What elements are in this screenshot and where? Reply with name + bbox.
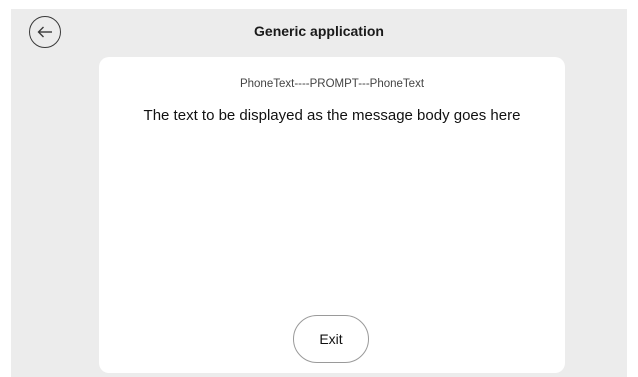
- exit-button-label: Exit: [319, 331, 343, 347]
- message-body: The text to be displayed as the message …: [143, 107, 521, 124]
- exit-button[interactable]: Exit: [293, 315, 369, 363]
- app-screen: Generic application PhoneText----PROMPT-…: [11, 9, 627, 377]
- prompt-text: PhoneText----PROMPT---PhoneText: [239, 78, 425, 90]
- message-card: PhoneText----PROMPT---PhoneText The text…: [99, 57, 565, 373]
- page-title: Generic application: [254, 23, 384, 39]
